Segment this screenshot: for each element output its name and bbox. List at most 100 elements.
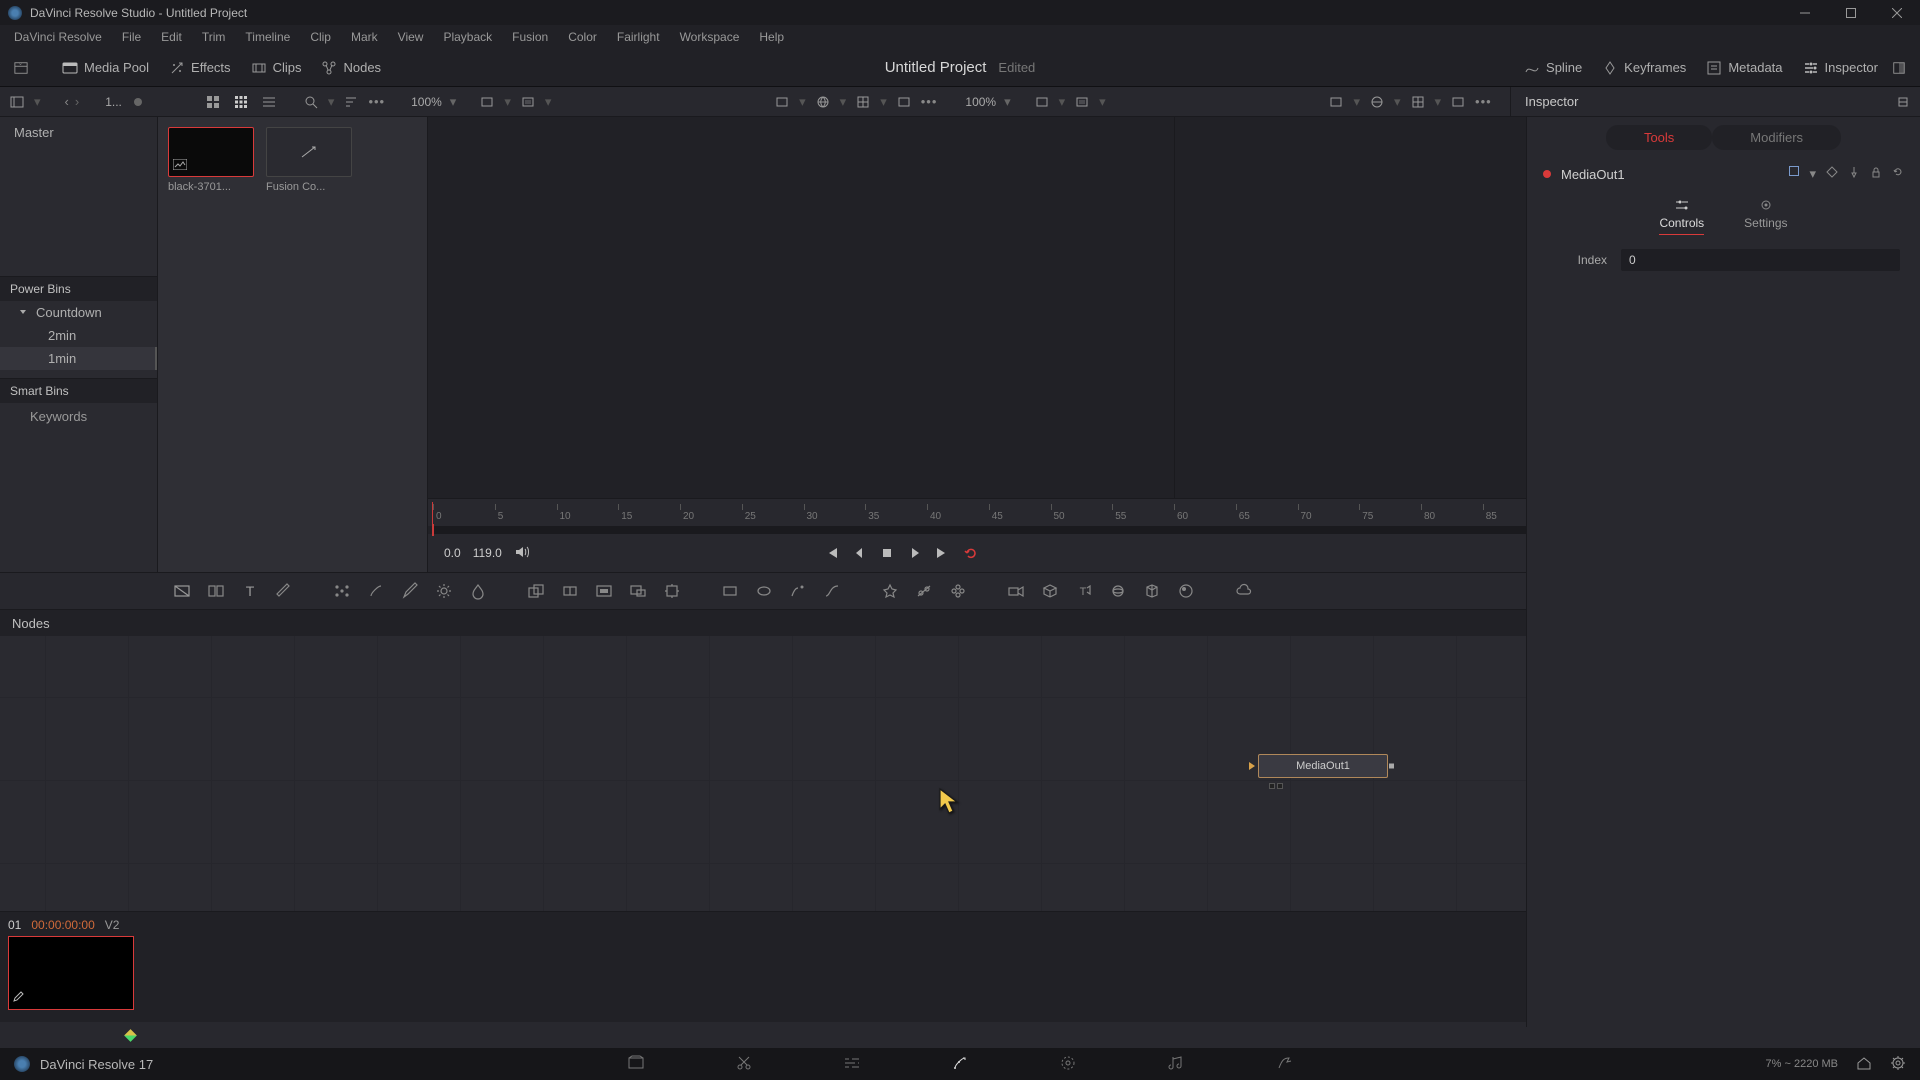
nodes-button[interactable]: Nodes	[311, 56, 391, 80]
transform-tool-icon[interactable]	[660, 579, 684, 603]
maximize-button[interactable]	[1828, 0, 1874, 25]
inspector-tab-modifiers[interactable]: Modifiers	[1712, 125, 1841, 150]
effects-button[interactable]: Effects	[159, 56, 241, 80]
speaker-icon[interactable]	[514, 545, 530, 562]
globe2-icon[interactable]	[1366, 91, 1388, 113]
menu-item[interactable]: Workspace	[672, 28, 748, 46]
prender-tool-icon[interactable]	[946, 579, 970, 603]
channelbool-tool-icon[interactable]	[558, 579, 582, 603]
bspline-mask-icon[interactable]	[820, 579, 844, 603]
menu-item[interactable]: Mark	[343, 28, 386, 46]
imageplane3d-tool-icon[interactable]	[1038, 579, 1062, 603]
first-frame-button[interactable]	[822, 544, 840, 562]
clip-strip-thumbnail[interactable]	[8, 936, 134, 1010]
menu-item[interactable]: Color	[560, 28, 605, 46]
stop-button[interactable]	[878, 544, 896, 562]
keyframes-button[interactable]: Keyframes	[1592, 56, 1696, 80]
mediaout-node[interactable]: MediaOut1	[1258, 754, 1388, 778]
inspector-tab-tools[interactable]: Tools	[1606, 125, 1712, 150]
polygon-mask-icon[interactable]	[786, 579, 810, 603]
reset-icon[interactable]	[1892, 166, 1904, 182]
paint-tool-icon[interactable]	[272, 579, 296, 603]
spline-button[interactable]: Spline	[1514, 56, 1592, 80]
metadata-button[interactable]: Metadata	[1696, 56, 1792, 80]
page-fusion-icon[interactable]	[951, 1054, 969, 1075]
particles-tool-icon[interactable]	[878, 579, 902, 603]
clip-thumbnail[interactable]: black-3701...	[168, 127, 254, 562]
fastnoise-tool-icon[interactable]	[204, 579, 228, 603]
view-list-icon[interactable]	[202, 91, 224, 113]
pemitter-tool-icon[interactable]	[912, 579, 936, 603]
master-bin[interactable]: Master	[0, 117, 157, 148]
page-cut-icon[interactable]	[735, 1054, 753, 1075]
menu-item[interactable]: Trim	[194, 28, 234, 46]
ellipse-mask-icon[interactable]	[752, 579, 776, 603]
more-icon[interactable]: •••	[368, 94, 385, 109]
frame-icon[interactable]	[893, 91, 915, 113]
pencil-tool-icon[interactable]	[398, 579, 422, 603]
menu-item[interactable]: Playback	[435, 28, 500, 46]
brush-tool-icon[interactable]	[364, 579, 388, 603]
playhead-icon[interactable]	[432, 524, 434, 536]
menu-item[interactable]: File	[114, 28, 149, 46]
merge3d-tool-icon[interactable]	[1140, 579, 1164, 603]
tracker-tool-icon[interactable]	[330, 579, 354, 603]
bin-1min[interactable]: 1min	[0, 347, 157, 370]
background-tool-icon[interactable]	[170, 579, 194, 603]
menu-item[interactable]: Help	[751, 28, 792, 46]
resize-tool-icon[interactable]	[626, 579, 650, 603]
bin-2min[interactable]: 2min	[0, 324, 157, 347]
renderer3d-tool-icon[interactable]	[1174, 579, 1198, 603]
expand-inspector-icon[interactable]	[1892, 91, 1914, 113]
more-icon[interactable]: •••	[921, 94, 938, 109]
layout-dropdown-icon[interactable]	[10, 57, 32, 79]
menu-item[interactable]: DaVinci Resolve	[6, 28, 110, 46]
grid-over-icon[interactable]	[852, 91, 874, 113]
loop-button[interactable]	[962, 544, 980, 562]
page-media-icon[interactable]	[627, 1054, 645, 1075]
zoom-right[interactable]: 100%	[959, 95, 1002, 109]
brightness-tool-icon[interactable]	[432, 579, 456, 603]
keywords-bin[interactable]: Keywords	[0, 403, 157, 430]
keyframe-icon[interactable]	[1826, 166, 1838, 182]
page-fairlight-icon[interactable]	[1167, 1054, 1185, 1075]
gear-icon[interactable]	[1890, 1055, 1906, 1074]
menu-item[interactable]: Fairlight	[609, 28, 668, 46]
blur-tool-icon[interactable]	[466, 579, 490, 603]
viewer-left[interactable]	[428, 117, 1175, 498]
text-tool-icon[interactable]: T	[238, 579, 262, 603]
rect4-icon[interactable]	[1071, 91, 1093, 113]
panel-menu-icon[interactable]	[6, 91, 28, 113]
keyframe-marker-icon[interactable]	[124, 1029, 137, 1042]
camera3d-tool-icon[interactable]	[1004, 579, 1028, 603]
menu-item[interactable]: Clip	[302, 28, 339, 46]
play-button[interactable]	[906, 544, 924, 562]
countdown-bin[interactable]: Countdown	[0, 301, 157, 324]
media-pool-button[interactable]: Media Pool	[52, 56, 159, 80]
rect-icon[interactable]	[476, 91, 498, 113]
frame2-icon[interactable]	[1447, 91, 1469, 113]
merge-tool-icon[interactable]	[524, 579, 548, 603]
range-field[interactable]: 1...	[99, 95, 128, 109]
page-edit-icon[interactable]	[843, 1054, 861, 1075]
page-deliver-icon[interactable]	[1275, 1054, 1293, 1075]
view-lines-icon[interactable]	[258, 91, 280, 113]
menu-item[interactable]: Fusion	[504, 28, 556, 46]
clip-thumbnail[interactable]: Fusion Co...	[266, 127, 352, 562]
last-frame-button[interactable]	[934, 544, 952, 562]
grid2-icon[interactable]	[1407, 91, 1429, 113]
clips-button[interactable]: Clips	[241, 56, 312, 80]
viewer-b-icon[interactable]	[1325, 91, 1347, 113]
mattecontrol-tool-icon[interactable]	[592, 579, 616, 603]
rect3-icon[interactable]	[1031, 91, 1053, 113]
index-field[interactable]: 0	[1621, 249, 1900, 271]
rectangle-mask-icon[interactable]	[718, 579, 742, 603]
menu-item[interactable]: View	[390, 28, 432, 46]
rect2-icon[interactable]	[517, 91, 539, 113]
inspector-subtab-settings[interactable]: Settings	[1744, 198, 1787, 235]
pin-icon[interactable]	[1848, 166, 1860, 182]
lock-icon[interactable]	[1870, 166, 1882, 182]
sort-icon[interactable]	[340, 91, 362, 113]
square-icon[interactable]	[1789, 166, 1799, 176]
menu-item[interactable]: Edit	[153, 28, 190, 46]
